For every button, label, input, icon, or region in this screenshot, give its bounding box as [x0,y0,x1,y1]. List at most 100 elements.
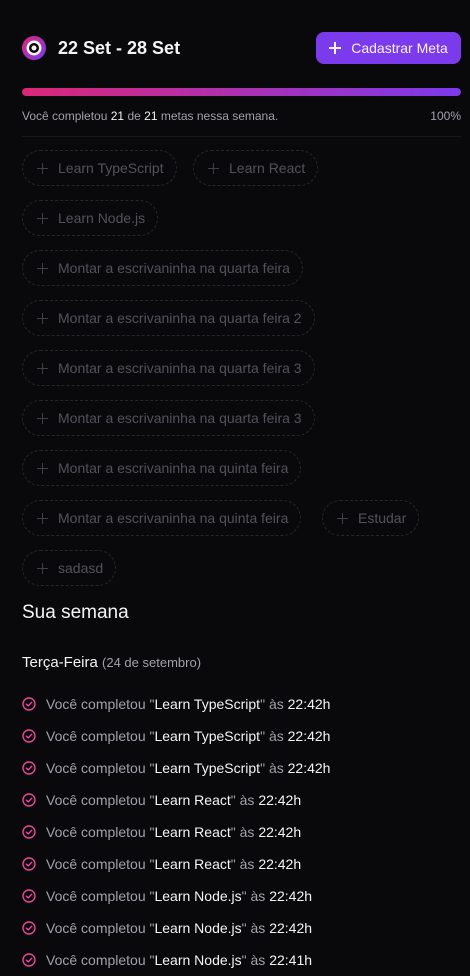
pending-goal-button[interactable]: Learn TypeScript [22,150,177,186]
completed-goal-item: Você completou " Learn Node.js " às 22:42h [22,880,461,912]
check-circle-icon [22,921,36,935]
entry-time: 22:42h [269,920,313,936]
pending-goal-label: Estudar [358,510,407,526]
plus-icon [37,312,48,324]
pending-goal-label: Learn TypeScript [58,160,164,176]
entry-goal-name: Learn TypeScript [154,760,261,776]
completed-goals-list: Você completou " Learn TypeScript " às 22:… [22,688,461,976]
progress-suffix: metas nessa semana. [160,109,279,123]
entry-prefix: Você completou " [46,888,155,904]
check-circle-icon [22,793,36,807]
plus-icon [37,262,48,274]
pending-goal-button[interactable]: Montar a escrivaninha na quarta feira [22,250,303,286]
plus-icon [37,412,48,424]
progress-bar [22,88,461,96]
entry-time: 22:42h [258,792,302,808]
entry-goal-name: Learn Node.js [154,888,242,904]
check-circle-icon [22,761,36,775]
divider [22,136,461,137]
pending-goal-label: Montar a escrivaninha na quarta feira 2 [58,310,302,326]
entry-prefix: Você completou " [46,728,155,744]
progress-percent: 100% [430,109,461,123]
entry-prefix: Você completou " [46,696,155,712]
pending-goal-button[interactable]: Montar a escrivaninha na quarta feira 3 [22,350,315,386]
entry-time: 22:42h [258,856,302,872]
plus-icon [329,42,342,54]
entry-time: 22:42h [287,760,331,776]
entry-prefix: Você completou " [46,824,155,840]
pending-goal-button[interactable]: Montar a escrivaninha na quinta feira [22,500,302,536]
summary-title: Sua semana [22,602,129,623]
entry-connector: " às [230,824,259,840]
day-date: (24 de setembro) [102,655,202,670]
pending-goal-label: Learn React [229,160,306,176]
completed-goal-item: Você completou " Learn Node.js " às 22:42h [22,912,461,944]
pending-goal-label: sadasd [58,560,104,576]
entry-time: 22:41h [269,952,313,968]
plus-icon [337,512,348,524]
pending-goal-button[interactable]: Learn React [193,150,319,186]
entry-goal-name: Learn TypeScript [154,696,261,712]
entry-time: 22:42h [287,696,331,712]
completed-goal-item: Você completou " Learn Node.js " às 22:41h [22,944,461,976]
check-circle-icon [22,697,36,711]
entry-prefix: Você completou " [46,760,155,776]
pending-goal-button[interactable]: Montar a escrivaninha na quarta feira 3 [22,400,315,436]
add-goal-button-label: Cadastrar Meta [351,40,448,56]
pending-goal-button[interactable]: Montar a escrivaninha na quinta feira [22,450,302,486]
plus-icon [37,462,48,474]
pending-goal-label: Montar a escrivaninha na quinta feira [58,460,289,476]
entry-time: 22:42h [287,728,331,744]
entry-connector: " às [260,696,288,712]
entry-connector: " às [260,760,288,776]
completed-goal-item: Você completou " Learn TypeScript " às 22:… [22,720,461,752]
entry-goal-name: Learn React [154,792,231,808]
progress-bar-fill [22,88,461,96]
entry-prefix: Você completou " [46,792,155,808]
entry-goal-name: Learn React [154,824,231,840]
entry-connector: " às [241,952,270,968]
completed-goal-item: Você completou " Learn React " às 22:42h [22,848,461,880]
plus-icon [37,512,48,524]
completed-goal-item: Você completou " Learn React " às 22:42h [22,784,461,816]
entry-goal-name: Learn TypeScript [154,728,261,744]
check-circle-icon [22,825,36,839]
plus-icon [37,562,48,574]
pending-goal-button[interactable]: Montar a escrivaninha na quarta feira 2 [22,300,315,336]
pending-goal-button[interactable]: Estudar [322,500,420,536]
completed-goal-item: Você completou " Learn TypeScript " às 22:… [22,688,461,720]
pending-goal-label: Montar a escrivaninha na quarta feira 3 [58,360,302,376]
entry-connector: " às [241,920,270,936]
completed-goal-item: Você completou " Learn TypeScript " às 22:… [22,752,461,784]
week-range-title: 22 Set - 28 Set [58,38,181,58]
pending-goal-label: Montar a escrivaninha na quarta feira 3 [58,410,302,426]
entry-time: 22:42h [269,888,313,904]
header: 22 Set - 28 Set Cadastrar Meta [22,32,461,64]
completed-goal-item: Você completou " Learn React " às 22:42h [22,816,461,848]
progress-completed-count: 21 [110,109,125,123]
progress-total-count: 21 [144,109,158,123]
entry-connector: " às [260,728,288,744]
pending-goal-label: Learn Node.js [58,210,146,226]
pending-goal-button[interactable]: Learn Node.js [22,200,159,236]
plus-icon [37,362,48,374]
check-circle-icon [22,729,36,743]
pending-goal-button[interactable]: sadasd [22,550,117,586]
day-name: Terça-Feira [22,654,98,671]
progress-prefix: Você completou [22,109,108,123]
entry-prefix: Você completou " [46,856,155,872]
add-goal-button[interactable]: Cadastrar Meta [316,32,461,64]
entry-goal-name: Learn Node.js [154,952,242,968]
check-circle-icon [22,889,36,903]
check-circle-icon [22,857,36,871]
entry-connector: " às [230,792,259,808]
entry-connector: " às [230,856,259,872]
plus-icon [37,212,48,224]
progress-connector: de [127,109,141,123]
progress-summary: Você completou 21 de 21 metas nessa sema… [22,109,278,123]
pending-goal-label: Montar a escrivaninha na quinta feira [58,510,289,526]
pending-goal-label: Montar a escrivaninha na quarta feira [58,260,290,276]
plus-icon [37,162,48,174]
plus-icon [208,162,219,174]
entry-connector: " às [241,888,270,904]
